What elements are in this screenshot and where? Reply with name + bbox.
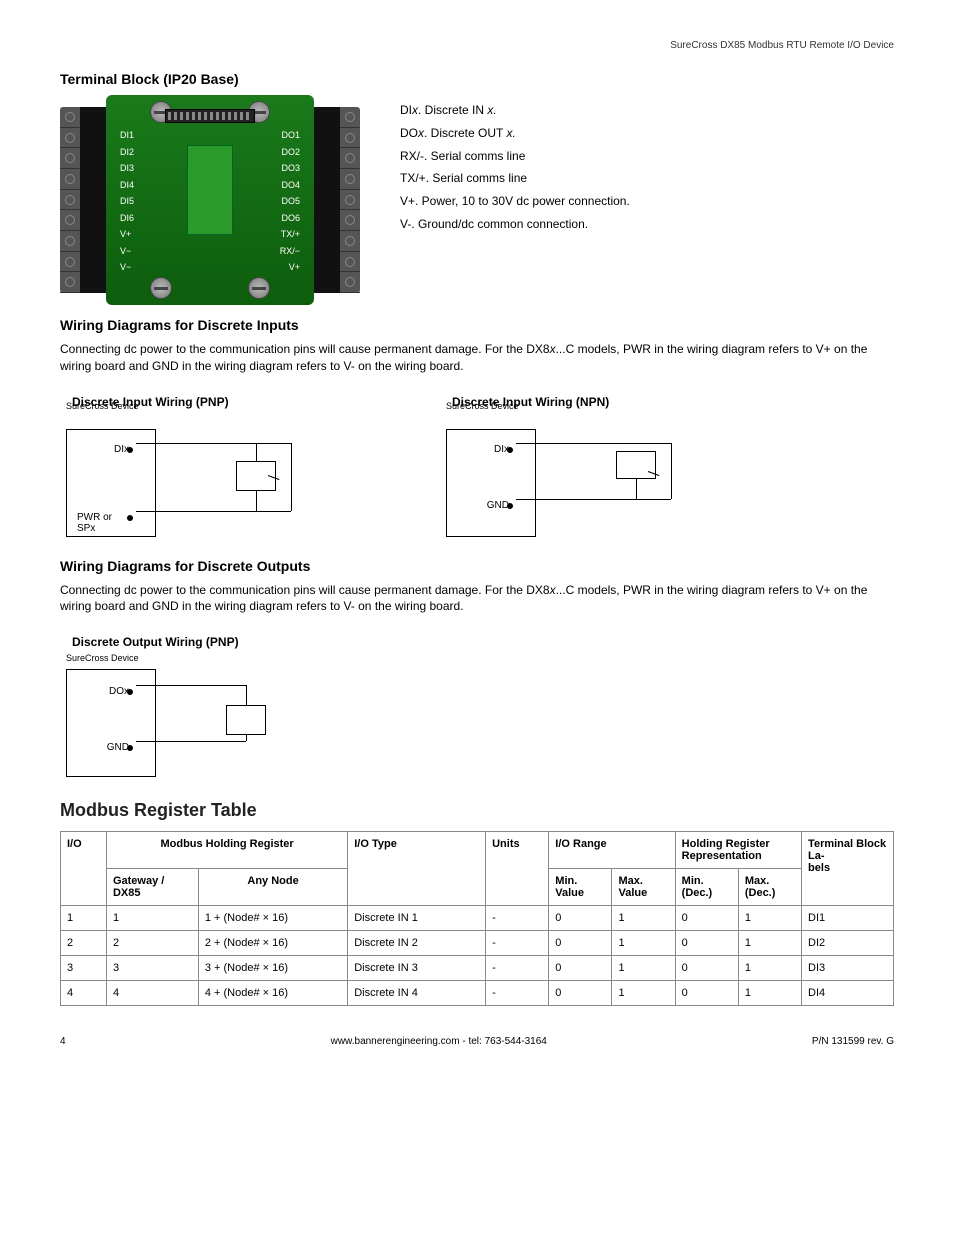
th-rep: Holding Register Representation <box>675 832 801 869</box>
table-row: 333 + (Node# × 16)Discrete IN 3-0101DI3 <box>61 956 894 981</box>
terminal-legend: DIx. Discrete IN x.DOx. Discrete OUT x.R… <box>400 95 630 305</box>
th-iotype: I/O Type <box>348 832 486 906</box>
heading-discrete-inputs: Wiring Diagrams for Discrete Inputs <box>60 317 894 333</box>
heading-discrete-outputs: Wiring Diagrams for Discrete Outputs <box>60 558 894 574</box>
diagram-input-npn: Discrete Input Wiring (NPN) SureCross De… <box>446 385 706 540</box>
legend-item: V+. Power, 10 to 30V dc power connection… <box>400 190 630 213</box>
th-range: I/O Range <box>549 832 675 869</box>
diagram-output-pnp: Discrete Output Wiring (PNP) SureCross D… <box>66 625 326 780</box>
th-maxd: Max. (Dec.) <box>738 869 801 906</box>
table-row: 222 + (Node# × 16)Discrete IN 2-0101DI2 <box>61 931 894 956</box>
legend-item: DOx. Discrete OUT x. <box>400 122 630 145</box>
th-gateway: Gateway / DX85 <box>106 869 198 906</box>
th-mhr: Modbus Holding Register <box>106 832 347 869</box>
legend-item: V-. Ground/dc common connection. <box>400 213 630 236</box>
heading-terminal-block: Terminal Block (IP20 Base) <box>60 71 894 87</box>
legend-item: RX/-. Serial comms line <box>400 145 630 168</box>
th-mind: Min. (Dec.) <box>675 869 738 906</box>
inputs-body: Connecting dc power to the communication… <box>60 341 894 375</box>
table-row: 444 + (Node# × 16)Discrete IN 4-0101DI4 <box>61 981 894 1006</box>
subhead-output-pnp: Discrete Output Wiring (PNP) <box>72 635 326 649</box>
page-footer: 4 www.bannerengineering.com - tel: 763-5… <box>60 1036 894 1047</box>
th-units: Units <box>486 832 549 906</box>
modbus-register-table: I/O Modbus Holding Register I/O Type Uni… <box>60 831 894 1006</box>
diagram-input-pnp: Discrete Input Wiring (PNP) SureCross De… <box>66 385 326 540</box>
footer-page: 4 <box>60 1036 66 1047</box>
doc-header: SureCross DX85 Modbus RTU Remote I/O Dev… <box>60 40 894 51</box>
table-row: 111 + (Node# × 16)Discrete IN 1-0101DI1 <box>61 906 894 931</box>
th-tbl: Terminal Block La-bels <box>802 832 894 906</box>
legend-item: DIx. Discrete IN x. <box>400 99 630 122</box>
pcb-diagram: DI1DI2DI3DI4DI5DI6V+V−V− DO1DO2DO3DO4DO5… <box>60 95 360 305</box>
outputs-body: Connecting dc power to the communication… <box>60 582 894 616</box>
th-maxv: Max. Value <box>612 869 675 906</box>
th-minv: Min. Value <box>549 869 612 906</box>
heading-modbus-table: Modbus Register Table <box>60 800 894 821</box>
th-anynode: Any Node <box>198 869 347 906</box>
legend-item: TX/+. Serial comms line <box>400 167 630 190</box>
footer-right: P/N 131599 rev. G <box>812 1036 894 1047</box>
th-io: I/O <box>61 832 107 906</box>
footer-center: www.bannerengineering.com - tel: 763-544… <box>331 1036 547 1047</box>
